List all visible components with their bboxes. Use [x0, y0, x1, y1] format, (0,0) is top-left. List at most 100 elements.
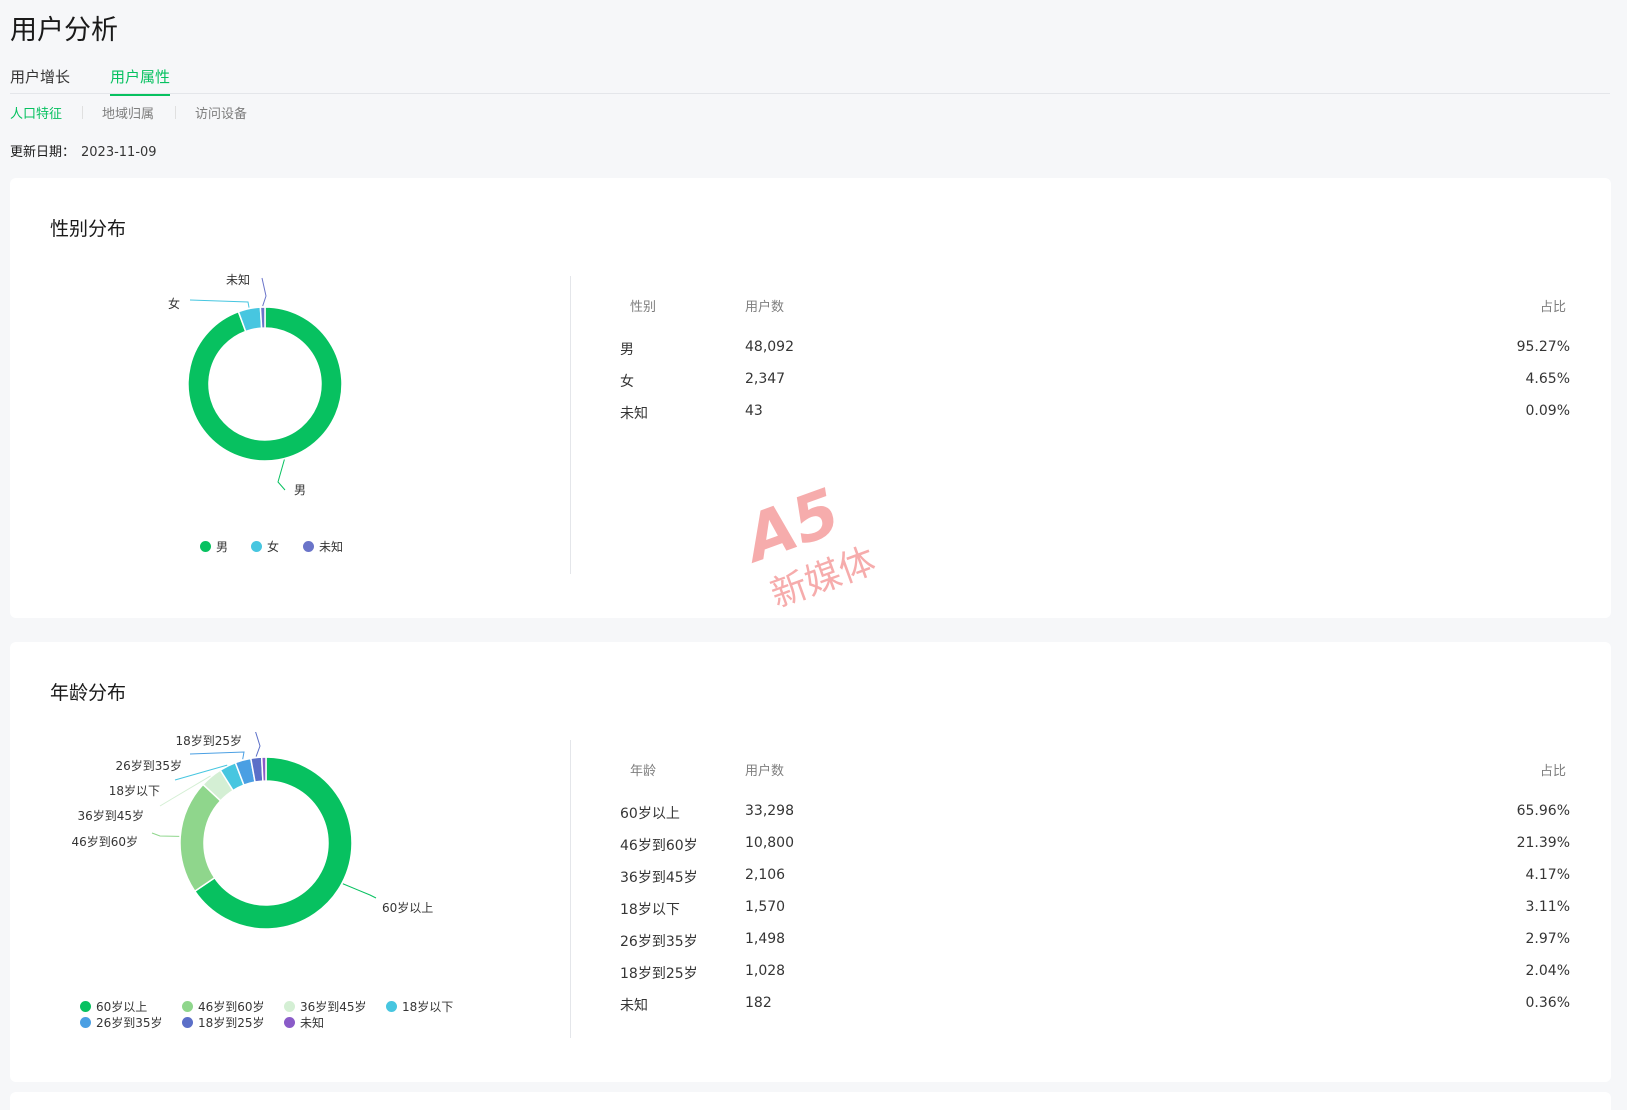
- slice-label: 18岁以下: [109, 783, 160, 798]
- row-name: 36岁到45岁: [620, 870, 698, 886]
- legend-label: 女: [267, 540, 280, 554]
- row-name: 未知: [620, 998, 648, 1014]
- legend-dot: [251, 541, 262, 552]
- donut-slice[interactable]: [259, 306, 266, 329]
- row-count: 33,298: [745, 803, 794, 819]
- legend-dot: [284, 1017, 295, 1028]
- row-pct: 4.17%: [1525, 867, 1570, 883]
- row-name: 18岁到25岁: [620, 966, 698, 982]
- row-count: 43: [745, 403, 763, 419]
- row-pct: 95.27%: [1516, 339, 1570, 355]
- table-row: 18岁以下 1,570 3.11%: [620, 899, 1570, 919]
- slice-label: 女: [168, 296, 180, 311]
- table-header-gender: 性别: [630, 300, 657, 315]
- table-row: 36岁到45岁 2,106 4.17%: [620, 867, 1570, 887]
- slice-label-line: [254, 729, 261, 757]
- age-legend: 60岁以上 46岁到60岁 36岁到45岁 18岁以下 26岁到35岁 18岁到…: [80, 998, 480, 1034]
- row-pct: 65.96%: [1516, 803, 1570, 819]
- legend-label: 46岁到60岁: [198, 1000, 265, 1014]
- legend-label: 36岁到45岁: [300, 1000, 367, 1014]
- age-card: 年龄分布 60岁以上 46岁到60岁 36岁到45岁 18岁以下 26岁到35岁 18岁到…: [10, 642, 1611, 1082]
- row-count: 1,028: [745, 963, 786, 979]
- row-pct: 3.11%: [1525, 899, 1570, 915]
- legend-label: 男: [216, 540, 229, 554]
- slice-label-line: [189, 751, 245, 760]
- legend-item-18-25[interactable]: 18岁到25岁: [182, 1014, 265, 1031]
- table-row: 26岁到35岁 1,498 2.97%: [620, 931, 1570, 951]
- donut-slice[interactable]: [260, 756, 267, 782]
- age-chart-area: 60岁以上 46岁到60岁 36岁到45岁 18岁以下 26岁到35岁 18岁到25岁 6…: [10, 729, 570, 1062]
- slice-label: 60岁以上: [382, 900, 433, 915]
- table-row: 未知 182 0.36%: [620, 995, 1570, 1015]
- row-pct: 21.39%: [1516, 835, 1570, 851]
- legend-item-under-18[interactable]: 18岁以下: [386, 998, 453, 1015]
- legend-item-unknown[interactable]: 未知: [303, 538, 343, 555]
- next-card: [10, 1092, 1611, 1110]
- legend-item-26-35[interactable]: 26岁到35岁: [80, 1014, 163, 1031]
- slice-label-line: [261, 277, 267, 307]
- row-count: 1,498: [745, 931, 786, 947]
- row-pct: 0.36%: [1525, 995, 1570, 1011]
- age-title: 年龄分布: [50, 682, 127, 704]
- table-row: 男 48,092 95.27%: [620, 339, 1570, 359]
- row-name: 26岁到35岁: [620, 934, 698, 950]
- row-count: 2,106: [745, 867, 786, 883]
- subtab-region[interactable]: 地域归属: [102, 103, 154, 122]
- slice-label-line: [342, 883, 377, 899]
- slice-label-line: [151, 832, 180, 837]
- slice-label-line: [277, 459, 286, 491]
- row-count: 182: [745, 995, 772, 1011]
- subtab-devices[interactable]: 访问设备: [195, 103, 247, 122]
- tab-user-growth[interactable]: 用户增长: [10, 66, 70, 94]
- subtab-demographics[interactable]: 人口特征: [10, 103, 62, 122]
- legend-dot: [284, 1001, 295, 1012]
- age-divider: [570, 740, 571, 1038]
- row-count: 2,347: [745, 371, 786, 387]
- update-date: 更新日期： 2023-11-09: [10, 141, 157, 160]
- legend-item-male[interactable]: 男: [200, 538, 228, 555]
- table-row: 60岁以上 33,298 65.96%: [620, 803, 1570, 823]
- row-name: 60岁以上: [620, 806, 680, 822]
- slice-label: 男: [294, 483, 306, 497]
- gender-card: 性别分布 男女未知 男 女 未知 性别 用户数 占比 男 48,092 95.2…: [10, 178, 1611, 618]
- table-header-pct: 占比: [1539, 300, 1566, 315]
- slice-label: 36岁到45岁: [77, 808, 144, 823]
- row-name: 男: [620, 342, 634, 358]
- legend-item-60-plus[interactable]: 60岁以上: [80, 998, 147, 1015]
- gender-table: 性别 用户数 占比 男 48,092 95.27% 女 2,347 4.65% …: [620, 296, 1570, 436]
- age-table: 年龄 用户数 占比 60岁以上 33,298 65.96% 46岁到60岁 10…: [620, 760, 1570, 1020]
- slice-label-line: [189, 299, 250, 308]
- legend-dot: [303, 541, 314, 552]
- legend-label: 26岁到35岁: [96, 1016, 163, 1030]
- update-label: 更新日期：: [10, 145, 76, 160]
- table-header-pct: 占比: [1539, 764, 1566, 779]
- legend-item-46-60[interactable]: 46岁到60岁: [182, 998, 265, 1015]
- table-row: 46岁到60岁 10,800 21.39%: [620, 835, 1570, 855]
- legend-dot: [80, 1017, 91, 1028]
- row-pct: 2.04%: [1525, 963, 1570, 979]
- row-name: 女: [620, 374, 634, 390]
- legend-item-female[interactable]: 女: [251, 538, 279, 555]
- row-name: 未知: [620, 406, 648, 422]
- table-row: 18岁到25岁 1,028 2.04%: [620, 963, 1570, 983]
- legend-label: 18岁以下: [402, 1000, 454, 1014]
- table-header-users: 用户数: [745, 764, 785, 779]
- row-pct: 4.65%: [1525, 371, 1570, 387]
- gender-chart-area: 男女未知 男 女 未知: [10, 268, 570, 578]
- legend-label: 60岁以上: [96, 1000, 148, 1014]
- row-name: 18岁以下: [620, 902, 680, 918]
- row-pct: 2.97%: [1525, 931, 1570, 947]
- donut-slice[interactable]: [187, 306, 343, 462]
- slice-label: 18岁到25岁: [175, 733, 242, 748]
- donut-slice[interactable]: [179, 783, 222, 893]
- legend-item-unknown[interactable]: 未知: [284, 1014, 324, 1031]
- table-row: 女 2,347 4.65%: [620, 371, 1570, 391]
- row-name: 46岁到60岁: [620, 838, 698, 854]
- tab-user-attributes[interactable]: 用户属性: [110, 66, 171, 96]
- legend-item-36-45[interactable]: 36岁到45岁: [284, 998, 367, 1015]
- row-count: 10,800: [745, 835, 794, 851]
- gender-divider: [570, 276, 571, 574]
- legend-label: 未知: [300, 1016, 325, 1030]
- table-header-age: 年龄: [630, 764, 657, 779]
- legend-dot: [80, 1001, 91, 1012]
